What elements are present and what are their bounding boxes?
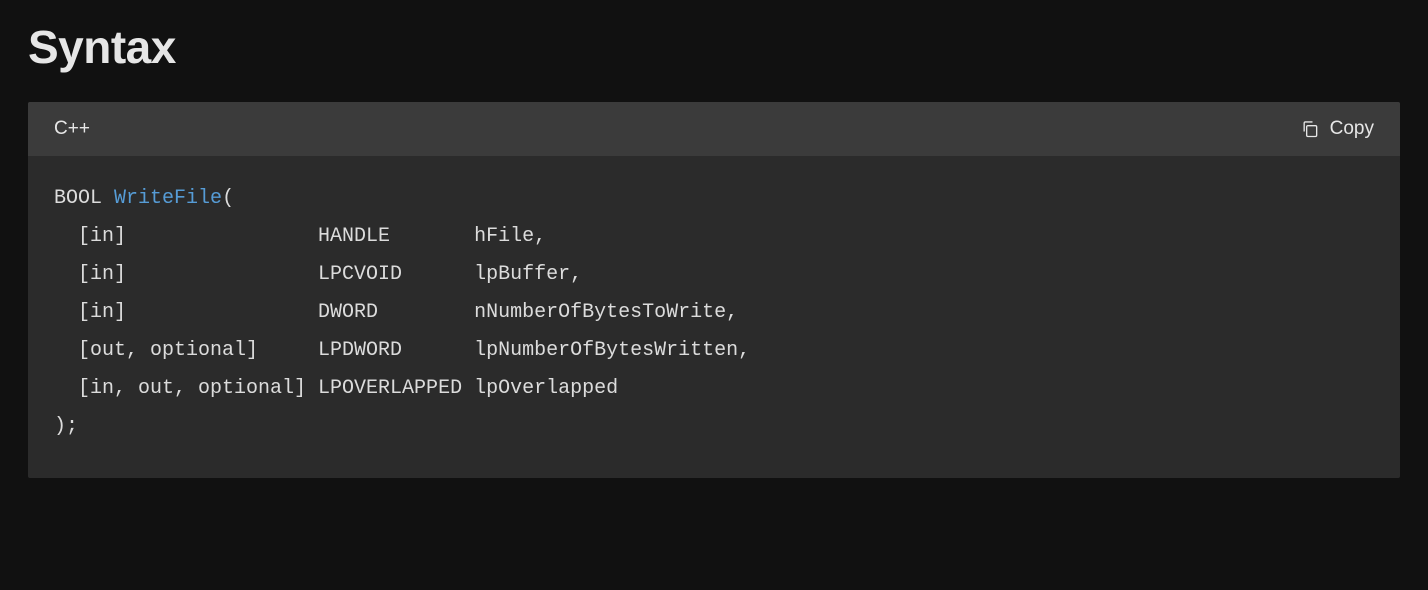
return-type: BOOL [54,187,102,210]
param-line: [in] HANDLE hFile, [54,225,546,248]
code-block: C++ Copy BOOL WriteFile( [in] HANDLE hFi… [28,102,1400,478]
param-line: [out, optional] LPDWORD lpNumberOfBytesW… [54,339,750,362]
open-paren: ( [222,187,234,210]
copy-label: Copy [1330,118,1374,140]
param-line: [in] DWORD nNumberOfBytesToWrite, [54,301,738,324]
param-line: [in] LPCVOID lpBuffer, [54,263,582,286]
section-title: Syntax [28,20,1400,74]
copy-button[interactable]: Copy [1300,118,1374,140]
code-body: BOOL WriteFile( [in] HANDLE hFile, [in] … [28,156,1400,478]
copy-icon [1300,119,1320,139]
code-header: C++ Copy [28,102,1400,156]
language-label: C++ [54,118,90,140]
function-name: WriteFile [114,187,222,210]
param-line: [in, out, optional] LPOVERLAPPED lpOverl… [54,377,618,400]
close-paren: ); [54,415,78,438]
